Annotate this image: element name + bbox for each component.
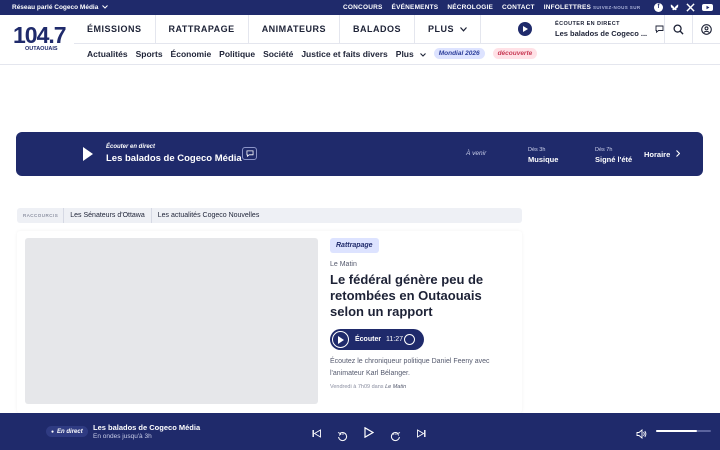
rewind-icon[interactable]: 15 [337,429,348,441]
top-link-infolettres[interactable]: INFOLETTRES [544,4,591,11]
audio-player: ● En direct Les balados de Cogeco Média … [0,413,720,450]
top-bar: Réseau parlé Cogeco Média CONCOURS ÉVÉNE… [0,0,720,15]
subnav-plus[interactable]: Plus [396,49,426,59]
top-link-evenements[interactable]: ÉVÉNEMENTS [392,4,439,11]
article-date: Vendredi à 7h09 dans [330,384,384,390]
play-icon[interactable] [518,22,532,36]
subnav-politique[interactable]: Politique [219,49,255,59]
article-card[interactable]: Rattrapage Le Matin Le fédéral génère pe… [17,231,522,413]
article-headline[interactable]: Le fédéral génère peu de retombées en Ou… [330,272,510,320]
nav-animateurs[interactable]: ANIMATEURS [249,15,341,43]
shortcuts-bar: RACCOURCIS Les Sénateurs d'Ottawa Les ac… [17,208,522,223]
nav-balados[interactable]: BALADOS [340,15,416,43]
chevron-down-icon [460,15,467,44]
schedule-label: Horaire [644,150,671,159]
forward-icon[interactable]: 15 [390,429,401,441]
article-meta-show[interactable]: Le Matin [385,384,406,390]
network-label: Réseau parlé Cogeco Média [12,4,99,11]
live-badge: ● En direct [46,426,88,437]
schedule-link[interactable]: Horaire [644,150,681,159]
nav-emissions[interactable]: ÉMISSIONS [74,15,156,43]
volume-icon[interactable] [636,426,647,444]
search-icon[interactable] [664,15,692,44]
facebook-icon[interactable]: f [654,3,663,12]
volume-slider[interactable] [656,430,711,432]
listen-duration: 11:27 [386,336,403,343]
shortcuts-label: RACCOURCIS [23,213,59,218]
shortcut-senateurs[interactable]: Les Sénateurs d'Ottawa [63,208,151,223]
play-icon [332,331,349,348]
upcoming-slot: Dès 3h Musique [528,147,558,164]
subnav-actualites[interactable]: Actualités [87,49,128,59]
subnav-plus-label: Plus [395,48,414,59]
live-banner: Écouter en direct Les balados de Cogeco … [16,132,703,176]
skip-back-icon[interactable] [312,425,321,443]
logo-frequency: 104.7 [13,22,67,48]
nav-plus[interactable]: PLUS [415,15,482,44]
slot-name: Musique [528,155,559,164]
live-mini-player[interactable]: ÉCOUTER EN DIRECT Les balados de Cogeco … [518,20,664,38]
youtube-icon[interactable] [702,3,713,14]
chevron-down-icon [419,49,426,59]
pill-mondial[interactable]: Mondial 2026 [433,48,485,59]
main-nav: ÉMISSIONS RATTRAPAGE ANIMATEURS BALADOS … [74,15,720,44]
banner-live-label: Écouter en direct [106,144,156,150]
listen-button[interactable]: Écouter 11:27 [330,329,424,350]
network-selector[interactable]: Réseau parlé Cogeco Média [12,4,109,11]
chat-icon[interactable] [242,147,257,160]
top-link-necrologie[interactable]: NÉCROLOGIE [447,4,493,11]
nav-plus-label: PLUS [428,23,455,34]
slot-time: Dès 7h [595,147,613,153]
top-link-contact[interactable]: CONTACT [502,4,535,11]
subnav-sports[interactable]: Sports [136,49,163,59]
player-title: Les balados de Cogeco Média [93,423,201,432]
upcoming-label: À venir [466,150,487,157]
x-icon[interactable] [686,3,695,14]
bluesky-icon[interactable] [670,3,679,14]
slot-time: Dès 3h [528,147,546,153]
follow-label: SUIVEZ-NOUS SUR [593,5,641,10]
rewind-seconds: 15 [339,432,344,436]
chevron-right-icon [676,150,681,159]
live-mini-label: ÉCOUTER EN DIRECT [555,20,620,27]
live-badge-label: En direct [57,428,83,435]
slot-name: Signé l'été [595,155,633,164]
account-icon[interactable] [692,15,720,44]
shortcut-actualites[interactable]: Les actualités Cogeco Nouvelles [150,208,266,223]
station-logo[interactable]: 104.7 OUTAOUAIS [13,22,67,57]
article-tag[interactable]: Rattrapage [330,238,379,253]
article-description: Écoutez le chroniqueur politique Daniel … [330,358,490,377]
listen-label: Écouter [355,336,382,343]
upcoming-slot: Dès 7h Signé l'été [595,147,632,164]
play-icon[interactable] [364,425,375,443]
chat-icon[interactable] [655,20,664,38]
progress-ring-icon [404,334,415,345]
chevron-down-icon [102,4,109,11]
article-thumbnail[interactable] [25,238,318,404]
banner-show-title[interactable]: Les balados de Cogeco Média [106,153,242,164]
subnav-economie[interactable]: Économie [171,49,212,59]
volume-slider-fill [656,430,698,432]
site-header: 104.7 OUTAOUAIS ÉMISSIONS RATTRAPAGE ANI… [0,15,720,65]
subnav-societe[interactable]: Société [263,49,293,59]
sub-nav: Actualités Sports Économie Politique Soc… [87,48,538,59]
top-links: CONCOURS ÉVÉNEMENTS NÉCROLOGIE CONTACT I… [343,4,591,11]
play-icon[interactable] [83,147,93,161]
live-mini-show: Les balados de Cogeco ... [555,28,648,38]
top-link-concours[interactable]: CONCOURS [343,4,383,11]
forward-seconds: 15 [392,432,397,436]
pill-decouverte[interactable]: découverte [492,48,538,59]
subnav-justice[interactable]: Justice et faits divers [301,49,387,59]
article-show: Le Matin [330,261,357,268]
skip-forward-icon[interactable] [417,425,426,443]
nav-rattrapage[interactable]: RATTRAPAGE [156,15,249,43]
player-subtitle: En ondes jusqu'à 3h [93,433,152,440]
article-meta: Vendredi à 7h09 dans Le Matin [330,384,406,390]
social-links: f [654,3,713,14]
